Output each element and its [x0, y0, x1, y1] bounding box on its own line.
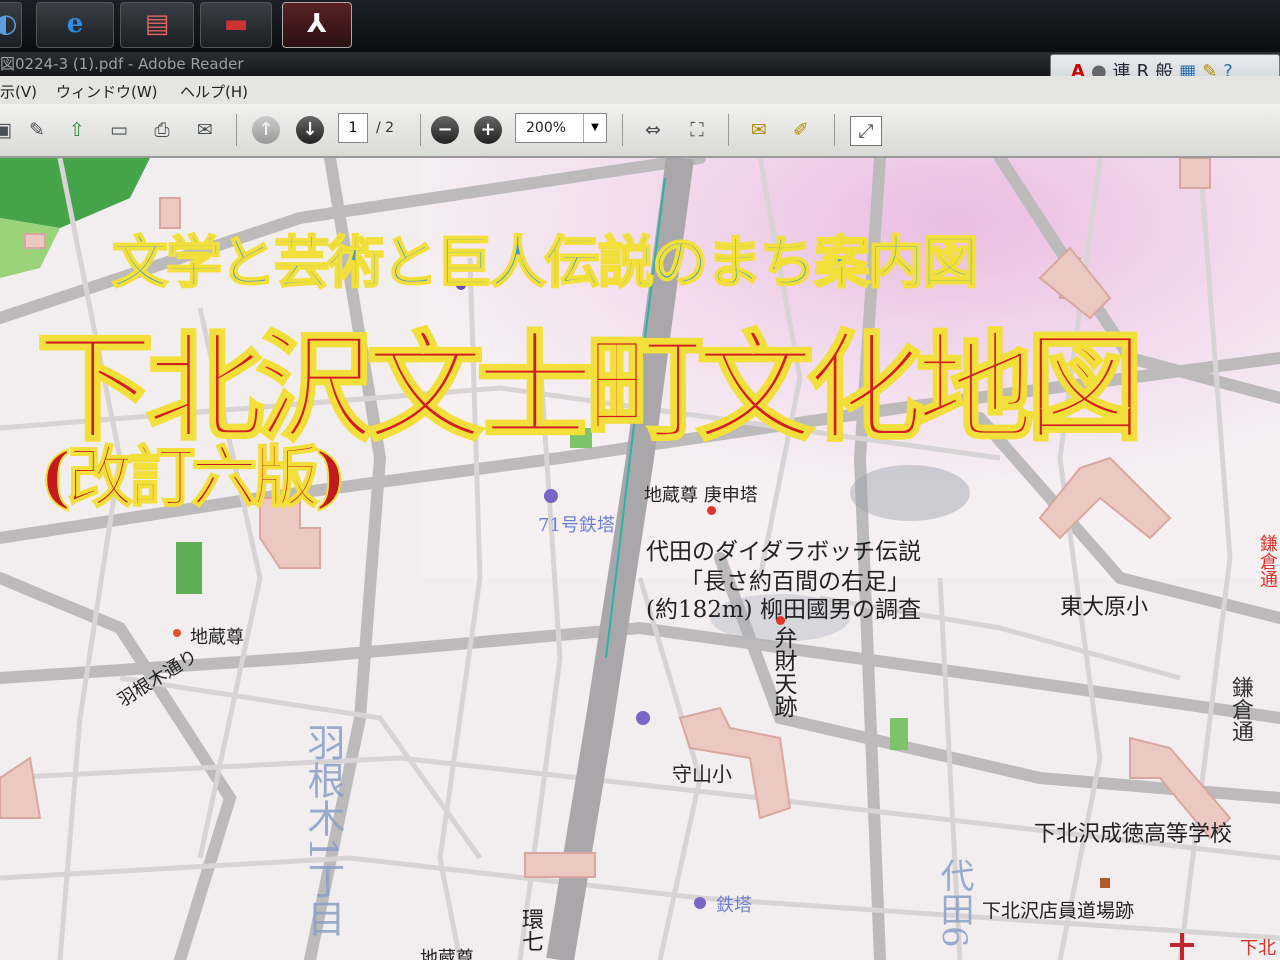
legend-line-3: (約182m) 柳田國男の調査: [646, 597, 921, 623]
comment-icon[interactable]: ✉: [744, 116, 774, 144]
label-jizo-left: 地蔵尊: [190, 627, 244, 648]
jizo-koshin-marker[interactable]: [707, 506, 716, 515]
label-tower-71: 71号鉄塔: [538, 515, 615, 536]
label-shimokita-edge: 下北: [1240, 938, 1276, 959]
legend-line-1: 代田のダイダラボッチ伝説: [646, 539, 922, 565]
label-kan7: 環七: [518, 908, 543, 952]
label-jizo-koshin: 地蔵尊 庚申塔: [644, 485, 758, 506]
internet-explorer-icon: e: [66, 9, 84, 39]
menu-bar: 示(V) ウィンドウ(W) ヘルプ(H): [0, 76, 1280, 104]
map-subtitle: 文学と芸術と巨人伝説のまち案内図: [111, 230, 979, 297]
taskbar: ◐ e ▤ ▬ ⅄: [0, 0, 1280, 52]
label-hanegi-block: 羽根木1丁目: [301, 723, 345, 938]
edit-icon[interactable]: ✎: [22, 116, 52, 144]
print-icon[interactable]: ⎙: [147, 116, 177, 144]
adobe-reader-icon: ⅄: [307, 9, 327, 39]
zoom-value: 200%: [526, 120, 567, 136]
label-benzaiten: 弁財天跡: [770, 626, 796, 718]
map-edition: (改訂六版): [39, 437, 347, 517]
menu-window[interactable]: ウィンドウ(W): [56, 81, 158, 102]
menu-help[interactable]: ヘルプ(H): [180, 81, 248, 102]
taskbar-explorer-button[interactable]: ◐: [0, 2, 22, 48]
toolbar-separator: [236, 114, 237, 146]
taskbar-media-button[interactable]: ▬: [200, 2, 272, 48]
taskbar-switcher-button[interactable]: ▤: [120, 2, 194, 48]
zoom-in-icon[interactable]: +: [474, 116, 502, 144]
toolbar: ▣ ✎ ⇧ ▭ ⎙ ✉ ↑ ↓ − + ⇔ ⛶ ✉ ✐ ⤢: [0, 104, 1280, 158]
fit-page-icon[interactable]: ⛶: [682, 116, 712, 144]
jizo-left-marker[interactable]: [173, 629, 181, 637]
chevron-down-icon[interactable]: ▼: [583, 114, 606, 142]
taskbar-ie-button[interactable]: e: [36, 2, 114, 48]
toolbar-separator: [834, 114, 835, 146]
next-page-icon[interactable]: ↓: [296, 116, 324, 144]
highlight-icon[interactable]: ✐: [786, 116, 816, 144]
windows-explorer-icon: ◐: [0, 9, 18, 39]
page-number-input[interactable]: [338, 113, 368, 143]
tower-71-marker[interactable]: [544, 489, 558, 503]
toolbar-separator: [728, 114, 729, 146]
toolbar-separator: [420, 114, 421, 146]
window-switcher-icon: ▤: [144, 9, 170, 39]
toolbar-separator: [622, 114, 623, 146]
upload-icon[interactable]: ⇧: [62, 116, 92, 144]
label-daita: 代田6: [934, 858, 974, 948]
zoom-out-icon[interactable]: −: [431, 116, 459, 144]
open-icon[interactable]: ▣: [0, 116, 18, 144]
label-kamakura: 鎌倉通: [1228, 676, 1253, 742]
media-app-icon: ▬: [223, 9, 249, 39]
window-title: 図0224-3 (1).pdf - Adobe Reader: [0, 55, 244, 73]
taskbar-adobe-reader-button[interactable]: ⅄: [282, 2, 352, 48]
label-jizo-bottom: 地蔵尊: [420, 948, 474, 960]
tower-marker-mid[interactable]: [636, 711, 650, 725]
label-tenin-dojo: 下北沢店員道場跡: [982, 900, 1135, 922]
tower-marker[interactable]: [694, 897, 706, 909]
page-total: / 2: [376, 120, 395, 136]
full-screen-icon[interactable]: ⤢: [850, 116, 882, 146]
label-higashi-ohara: 東大原小: [1060, 595, 1149, 620]
label-moriyama: 守山小: [672, 762, 732, 786]
previous-page-icon[interactable]: ↑: [252, 116, 280, 144]
label-kamakura-top: 鎌倉通: [1257, 534, 1278, 588]
zoom-select[interactable]: 200% ▼: [515, 113, 607, 143]
save-icon[interactable]: ▭: [104, 116, 134, 144]
label-seitoku: 下北沢成徳高等学校: [1034, 822, 1233, 847]
menu-view[interactable]: 示(V): [0, 81, 37, 102]
fit-width-icon[interactable]: ⇔: [638, 116, 668, 144]
label-tower: 鉄塔: [716, 895, 752, 916]
email-icon[interactable]: ✉: [190, 116, 220, 144]
